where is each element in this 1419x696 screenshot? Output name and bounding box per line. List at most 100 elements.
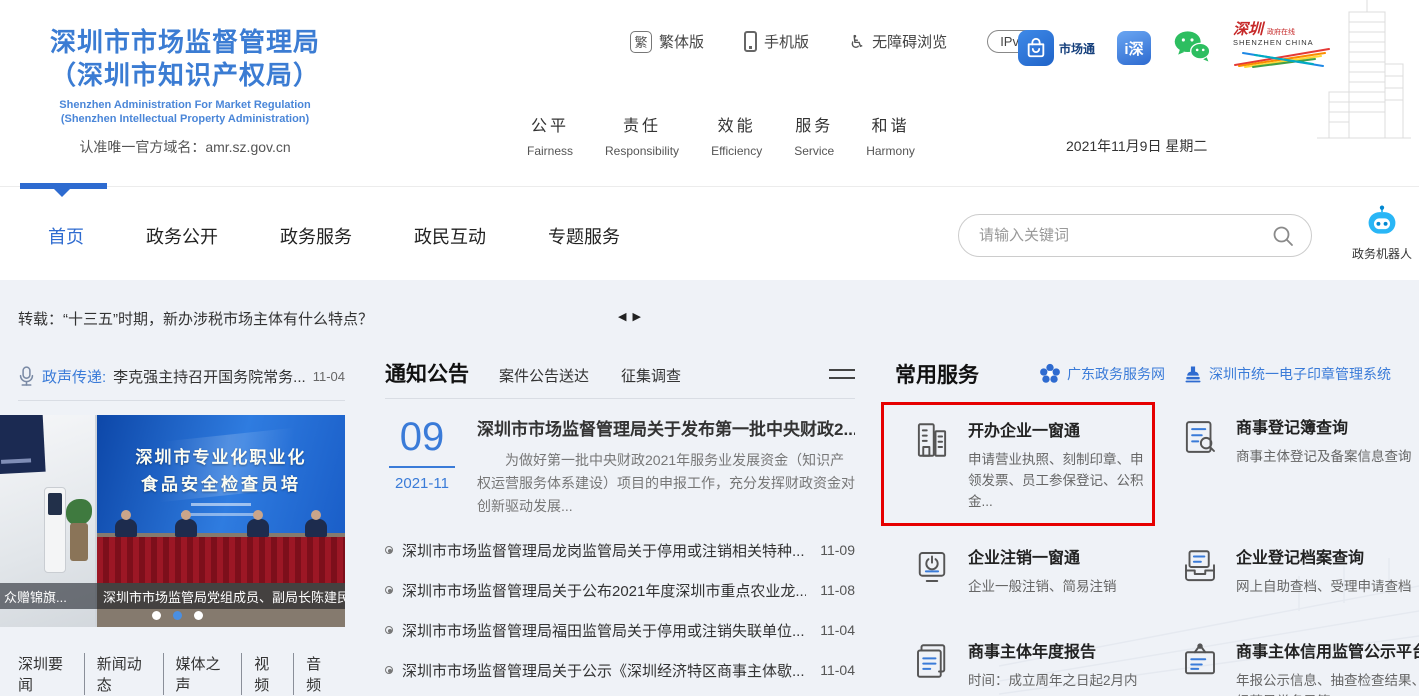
news-category-links: 深圳要闻 新闻动态 媒体之声 视频 音频: [18, 653, 345, 695]
gov-robot-button[interactable]: 政务机器人: [1350, 205, 1414, 262]
nav-item-gov-disclosure[interactable]: 政务公开: [146, 223, 218, 249]
ticker-next-icon[interactable]: ▶: [632, 310, 640, 323]
microphone-icon: [19, 365, 34, 386]
notice-item[interactable]: 深圳市市场监督管理局关于公示《深圳经济特区商事主体歇... 11-04: [385, 650, 855, 690]
notices-title[interactable]: 通知公告: [385, 358, 469, 388]
robot-icon: [1368, 205, 1396, 234]
main-navbar: 首页 政务公开 政务服务 政民互动 专题服务 政务机器人: [0, 183, 1419, 280]
mobile-version-link[interactable]: 手机版: [744, 31, 809, 52]
services-column: 常用服务 广东政务服务网 深圳市统一电子印章管理系统 开办企业一窗通 申请营业执…: [881, 358, 1419, 696]
service-deregistration[interactable]: 企业注销一窗通 企业一般注销、简易注销: [895, 532, 1155, 620]
search-input[interactable]: [979, 227, 1271, 244]
featured-notice[interactable]: 09 2021-11 深圳市市场监督管理局关于发布第一批中央财政2... 为做好…: [385, 415, 855, 518]
app-badges: 市场通 i深 深圳 政府在线 SHENZHEN CHINA: [1018, 22, 1341, 74]
wheelchair-icon: ♿: [849, 31, 866, 52]
carousel-dots: [152, 611, 203, 620]
signboard-icon: [1179, 638, 1221, 696]
banner-text-line1: 深圳市专业化职业化: [135, 448, 307, 467]
wechat-icon[interactable]: [1173, 30, 1211, 67]
link-news-updates[interactable]: 新闻动态: [83, 653, 163, 695]
traditional-version-link[interactable]: 繁 繁体版: [630, 30, 704, 53]
carousel-dot-3[interactable]: [194, 611, 203, 620]
value-harmony: 和谐 Harmony: [866, 118, 915, 158]
current-date: 2021年11月9日 星期二: [1066, 138, 1208, 154]
news-ticker[interactable]: 转载：“十三五”时期，新办涉税市场主体有什么特点？: [18, 308, 373, 329]
search-icon[interactable]: [1271, 224, 1295, 248]
voice-news-label[interactable]: 政声传递:: [42, 366, 106, 387]
site-title: 深圳市市场监督管理局 （深圳市知识产权局）: [49, 27, 320, 91]
featured-title[interactable]: 深圳市市场监督管理局关于发布第一批中央财政2...: [477, 415, 855, 440]
site-logo[interactable]: 深圳市市场监督管理局 （深圳市知识产权局） Shenzhen Administr…: [25, 26, 345, 157]
stamp-icon: [1185, 366, 1201, 383]
shichangtong-app-badge[interactable]: 市场通: [1018, 30, 1095, 66]
service-credit-platform[interactable]: 商事主体信用监管公示平台 年报公示信息、抽查检查结果、经营异常名录等: [1163, 626, 1419, 696]
document-search-icon: [1179, 414, 1221, 516]
quick-links: 繁 繁体版 手机版 ♿ 无障碍浏览 IPv6: [630, 30, 1040, 53]
service-registry-search[interactable]: 商事登记簿查询 商事主体登记及备案信息查询: [1163, 402, 1419, 526]
guangdong-gov-service-link[interactable]: 广东政务服务网: [1039, 363, 1165, 385]
carousel-dot-1[interactable]: [152, 611, 161, 620]
notices-header: 通知公告 案件公告送达 征集调查: [385, 358, 855, 390]
value-service: 服务 Service: [794, 118, 835, 158]
link-video[interactable]: 视频: [241, 653, 293, 695]
report-document-icon: [911, 638, 953, 696]
shichangtong-label: 市场通: [1059, 41, 1096, 56]
robot-label: 政务机器人: [1351, 247, 1412, 261]
kapok-flower-icon: [1040, 363, 1060, 383]
active-tab-indicator: [20, 183, 107, 197]
services-header: 常用服务 广东政务服务网 深圳市统一电子印章管理系统: [895, 358, 1419, 390]
service-archive-search[interactable]: 企业登记档案查询 网上自助查档、受理申请查档: [1163, 532, 1419, 620]
featured-day: 09: [399, 415, 445, 459]
link-media-voice[interactable]: 媒体之声: [162, 653, 242, 695]
services-title: 常用服务: [895, 364, 979, 387]
banner-text-line2: 食品安全检查员培: [141, 475, 301, 494]
tab-surveys[interactable]: 征集调查: [621, 365, 681, 386]
official-domain: 认准唯一官方域名：amr.sz.gov.cn: [79, 139, 291, 156]
table-decoration: [97, 537, 345, 583]
service-annual-report[interactable]: 商事主体年度报告 时间：成立周年之日起2月内: [895, 626, 1155, 696]
phone-icon: [744, 31, 758, 52]
search-box: [958, 214, 1312, 257]
ticker-prev-icon[interactable]: ◀: [618, 310, 626, 323]
services-grid: 开办企业一窗通 申请营业执照、刻制印章、申领发票、员工参保登记、公积金... 商…: [881, 402, 1419, 696]
shenzhen-script-text: 深圳: [1233, 21, 1264, 38]
gov-online-text: 政府在线: [1267, 28, 1296, 36]
value-fairness: 公平 Fairness: [527, 118, 574, 158]
archive-tray-icon: [1179, 544, 1221, 610]
ticker-controls: ◀ ▶: [618, 310, 641, 323]
notice-item[interactable]: 深圳市市场监督管理局福田监管局关于停用或注销失联单位... 11-04: [385, 610, 855, 650]
tab-case-announcements[interactable]: 案件公告送达: [499, 365, 589, 386]
value-responsibility: 责任 Responsibility: [605, 118, 680, 158]
e-seal-system-link[interactable]: 深圳市统一电子印章管理系统: [1183, 364, 1391, 384]
bullet-icon: [385, 666, 393, 675]
nav-item-home[interactable]: 首页: [48, 223, 84, 249]
more-menu-icon[interactable]: [829, 363, 855, 385]
featured-month: 2021-11: [395, 475, 449, 492]
accessibility-link[interactable]: ♿ 无障碍浏览: [849, 31, 947, 52]
photo-carousel[interactable]: 深圳市专业化职业化 食品安全检查员培 众赠锦旗... 深圳市市场监管局党组成员、…: [0, 415, 345, 627]
link-shenzhen-news[interactable]: 深圳要闻: [18, 653, 84, 695]
carousel-prev-caption: 众赠锦旗...: [4, 589, 67, 605]
nav-item-gov-services[interactable]: 政务服务: [280, 223, 352, 249]
voice-news-title[interactable]: 李克强主持召开国务院常务...: [113, 366, 306, 387]
link-audio[interactable]: 音频: [293, 653, 345, 695]
ishenzhen-app-icon[interactable]: i深: [1117, 31, 1152, 65]
notice-item[interactable]: 深圳市市场监督管理局关于公布2021年度深圳市重点农业龙... 11-08: [385, 570, 855, 610]
featured-body: 深圳市市场监督管理局关于发布第一批中央财政2... 为做好第一批中央财政2021…: [477, 415, 855, 518]
bullet-icon: [385, 586, 393, 595]
featured-summary: 为做好第一批中央财政2021年服务业发展资金（知识产权运营服务体系建设）项目的申…: [477, 452, 855, 515]
company-building-icon: [911, 417, 953, 513]
notices-column: 通知公告 案件公告送达 征集调查 09 2021-11 深圳市市场监督管理局关于…: [385, 358, 855, 690]
carousel-dot-2[interactable]: [173, 611, 182, 620]
news-column: 政声传递: 李克强主持召开国务院常务... 11-04 深圳市专业化职业化 食品…: [0, 358, 345, 695]
notice-item[interactable]: 深圳市市场监督管理局龙岗监管局关于停用或注销相关特种... 11-09: [385, 530, 855, 570]
bullet-icon: [385, 546, 393, 555]
shichangtong-icon: [1018, 30, 1054, 66]
nav-item-interaction[interactable]: 政民互动: [414, 223, 486, 249]
divider: [385, 398, 855, 399]
nav-item-special-services[interactable]: 专题服务: [548, 223, 620, 249]
divider: [18, 400, 345, 401]
service-open-business[interactable]: 开办企业一窗通 申请营业执照、刻制印章、申领发票、员工参保登记、公积金...: [881, 402, 1155, 526]
carousel-caption-bar: 众赠锦旗... 深圳市市场监管局党组成员、副局长陈建民: [0, 583, 345, 609]
traditional-icon: 繁: [630, 30, 652, 53]
